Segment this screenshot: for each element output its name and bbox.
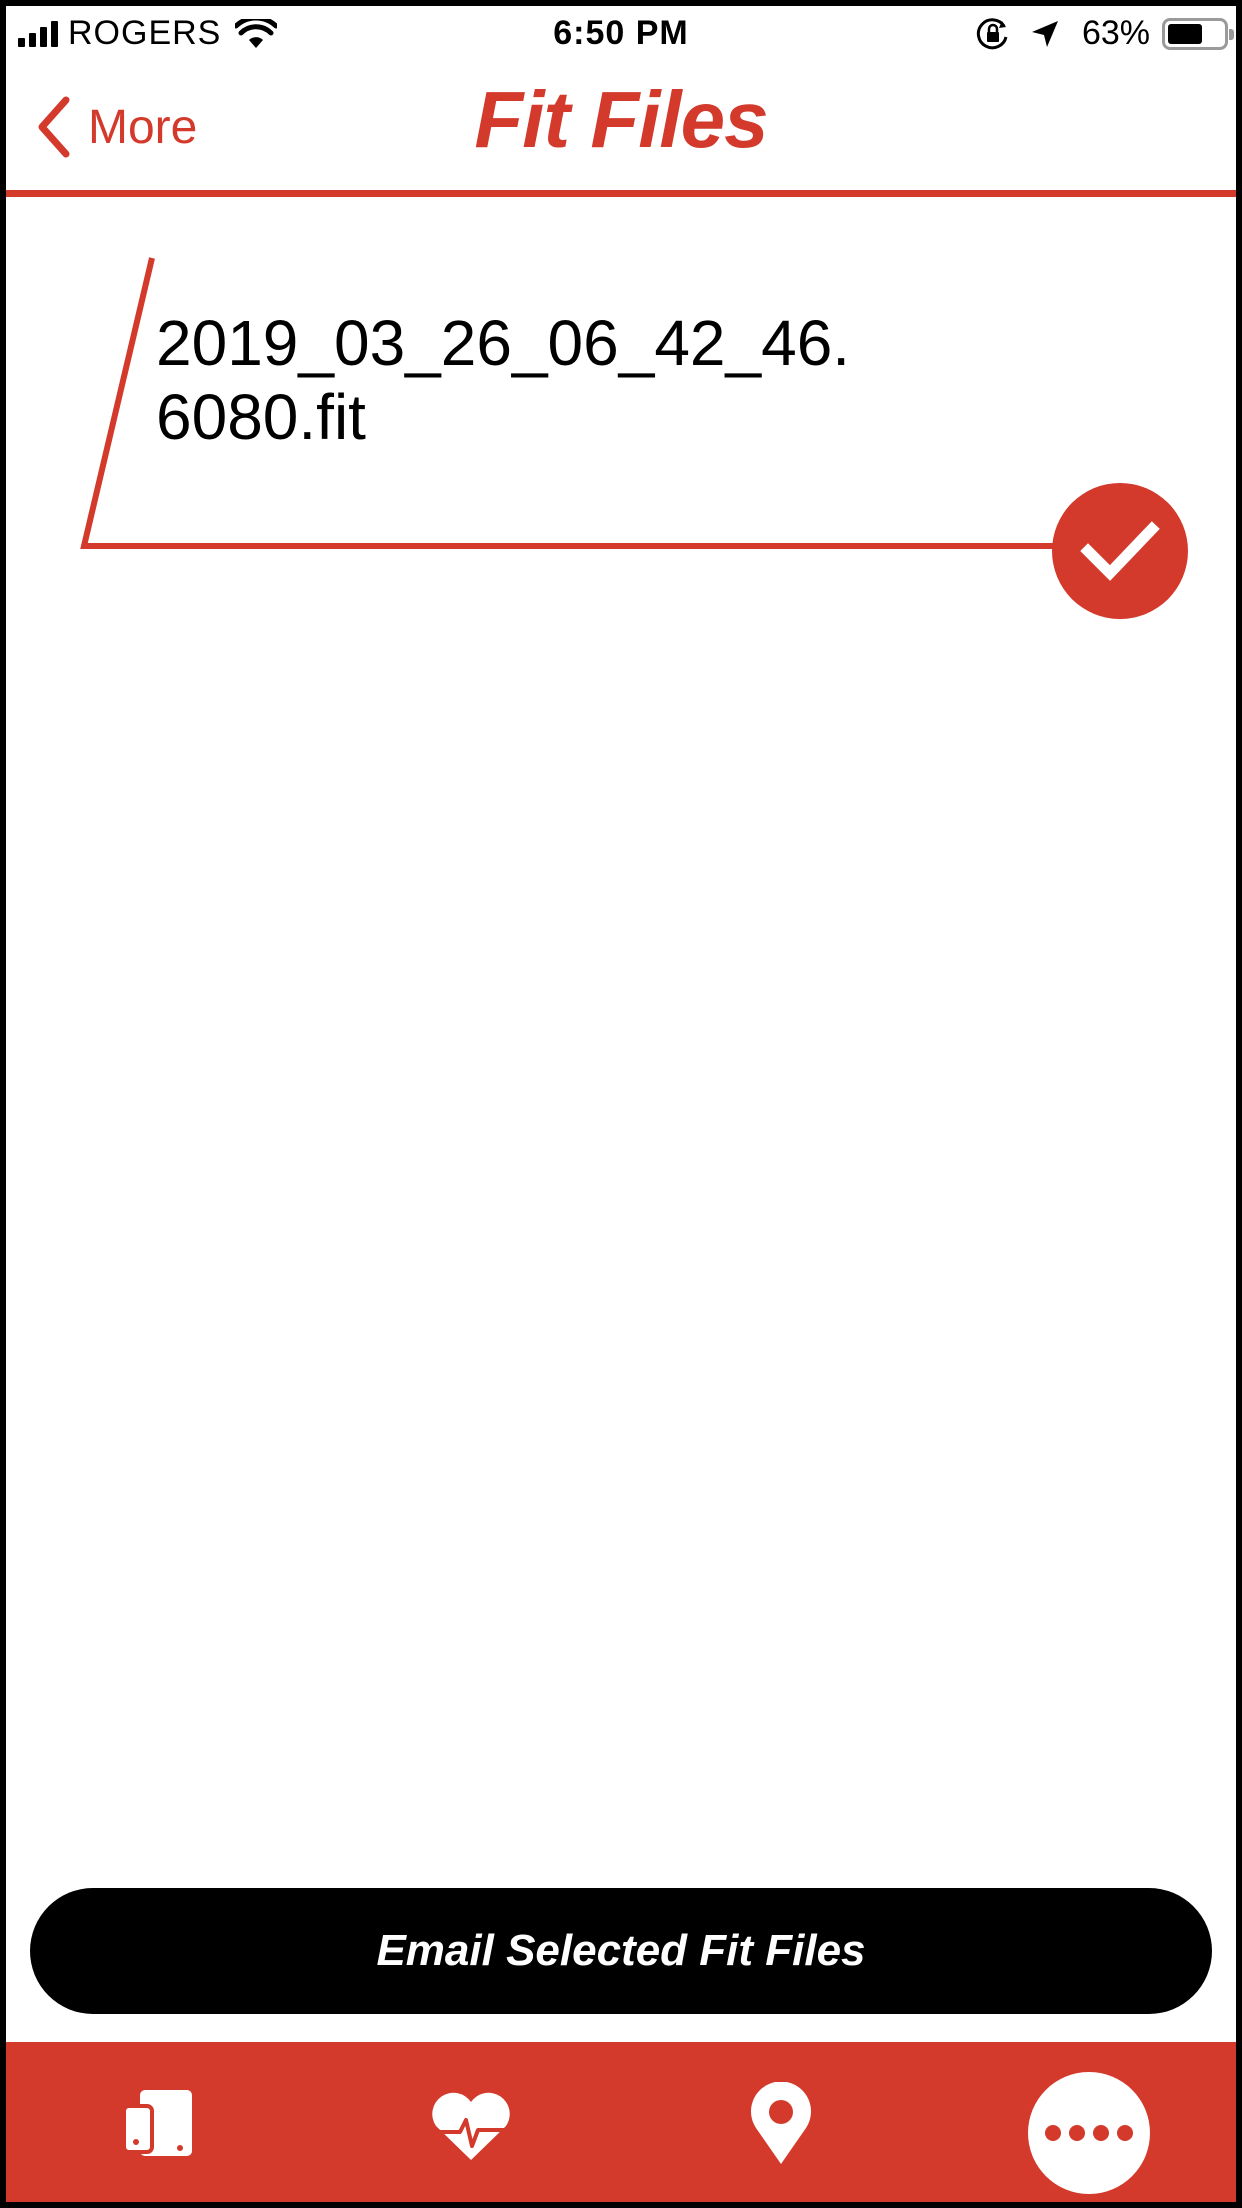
app-screen: ROGERS 6:50 PM 63% More Fit Files 2019_0… xyxy=(6,6,1236,2202)
devices-icon xyxy=(122,2090,192,2156)
email-button-label: Email Selected Fit Files xyxy=(376,1926,866,1975)
map-pin-icon xyxy=(751,2082,811,2164)
tab-bar xyxy=(6,2042,1236,2202)
more-dot xyxy=(1069,2125,1085,2141)
tab-location[interactable] xyxy=(726,2042,836,2202)
nav-divider xyxy=(6,190,1236,197)
status-bar: ROGERS 6:50 PM 63% xyxy=(6,6,1236,64)
orientation-lock-icon xyxy=(976,17,1008,49)
file-list-item[interactable]: 2019_03_26_06_42_46.6080.fit xyxy=(72,250,1192,630)
checkmark-icon xyxy=(1080,521,1160,581)
battery-level-fill xyxy=(1168,23,1203,44)
page-title: Fit Files xyxy=(474,75,768,164)
tab-more[interactable] xyxy=(1028,2072,1150,2194)
more-dots-icon xyxy=(1045,2125,1061,2141)
location-arrow-icon xyxy=(1031,20,1058,47)
select-checkbox[interactable] xyxy=(1052,483,1188,619)
more-dot xyxy=(1093,2125,1109,2141)
email-selected-button[interactable]: Email Selected Fit Files xyxy=(30,1888,1212,2014)
battery-icon xyxy=(1162,17,1234,50)
more-dot xyxy=(1117,2125,1133,2141)
status-right: 63% xyxy=(976,14,1234,53)
navigation-bar: More Fit Files xyxy=(6,64,1236,197)
heart-rate-icon xyxy=(432,2092,510,2160)
tab-devices[interactable] xyxy=(106,2042,216,2202)
battery-percent: 63% xyxy=(1081,14,1150,52)
file-name: 2019_03_26_06_42_46.6080.fit xyxy=(156,307,851,453)
tab-heart-rate[interactable] xyxy=(416,2042,526,2202)
